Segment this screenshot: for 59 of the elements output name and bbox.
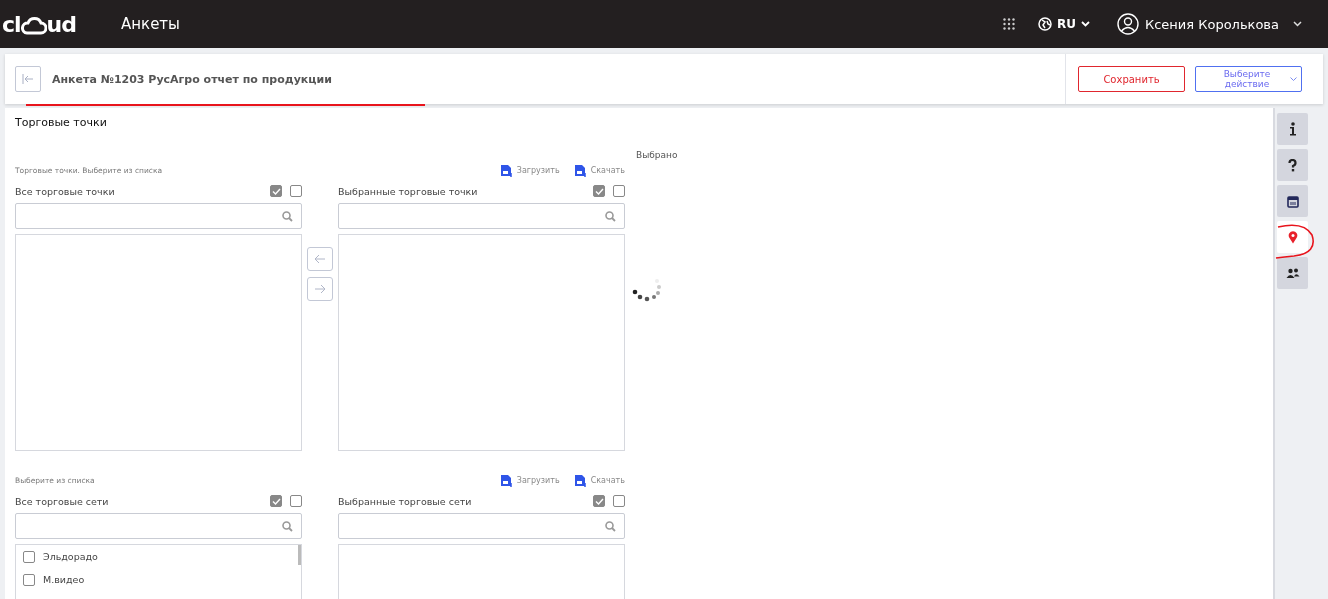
list-title: Выбранные торговые сети (338, 495, 473, 507)
list-title: Все торговые сети (15, 495, 110, 507)
avatar-icon (1116, 13, 1139, 35)
caret-icon (1290, 77, 1297, 81)
page-title: Анкеты (121, 15, 180, 33)
checkbox[interactable] (270, 495, 282, 507)
map-pin-icon (1287, 230, 1298, 244)
checkbox[interactable] (613, 495, 625, 507)
caret-icon (1080, 21, 1090, 27)
upload-link[interactable]: Загрузить (499, 163, 560, 177)
selected-label: Выбрано (636, 150, 678, 160)
apps-grid-icon[interactable] (1002, 18, 1015, 30)
left-arrow-icon (314, 254, 326, 264)
list-title: Все торговые точки (15, 185, 116, 197)
language-selector[interactable]: RU (1037, 17, 1090, 31)
checkbox[interactable] (270, 185, 282, 197)
list-title: Выбранные торговые точки (338, 185, 479, 197)
location-tab[interactable] (1277, 221, 1308, 253)
file-icon (499, 163, 513, 177)
checkbox[interactable] (593, 495, 605, 507)
checkbox[interactable] (613, 185, 625, 197)
file-icon (573, 473, 587, 487)
help-icon (1288, 158, 1297, 172)
list-item[interactable]: Эльдорадо (16, 545, 301, 568)
search-field[interactable] (15, 203, 302, 229)
right-arrow-icon (314, 284, 326, 294)
info-tab[interactable] (1277, 113, 1308, 145)
back-arrow-icon (22, 73, 34, 85)
section-title: Торговые точки (15, 116, 108, 129)
search-field[interactable] (15, 513, 302, 539)
checkbox[interactable] (290, 495, 302, 507)
list-item[interactable]: М.видео (16, 568, 301, 591)
search-icon (605, 520, 616, 532)
search-icon (282, 210, 293, 222)
checkbox[interactable] (290, 185, 302, 197)
save-button[interactable]: Сохранить (1078, 66, 1185, 92)
download-link[interactable]: Скачать (573, 473, 625, 487)
search-field[interactable] (338, 203, 625, 229)
action-dropdown[interactable]: Выберите действие (1195, 66, 1302, 92)
help-tab[interactable] (1277, 149, 1308, 181)
people-tab[interactable] (1277, 257, 1308, 289)
upload-link[interactable]: Загрузить (499, 473, 560, 487)
calendar-tab[interactable] (1277, 185, 1308, 217)
caret-icon (1293, 21, 1302, 27)
logo[interactable]: cl ud (2, 11, 76, 37)
download-link[interactable]: Скачать (573, 163, 625, 177)
search-field[interactable] (338, 513, 625, 539)
search-icon (282, 520, 293, 532)
checkbox[interactable] (593, 185, 605, 197)
info-icon (1288, 122, 1297, 136)
file-icon (499, 473, 513, 487)
people-icon (1285, 268, 1300, 278)
search-icon (605, 210, 616, 222)
file-icon (573, 163, 587, 177)
globe-icon (1037, 17, 1052, 31)
user-menu[interactable]: Ксения Королькова (1116, 13, 1302, 35)
form-title: Анкета №1203 РусАгро отчет по продукции (52, 72, 332, 86)
scrollbar[interactable] (298, 545, 301, 565)
calendar-icon (1286, 194, 1299, 208)
